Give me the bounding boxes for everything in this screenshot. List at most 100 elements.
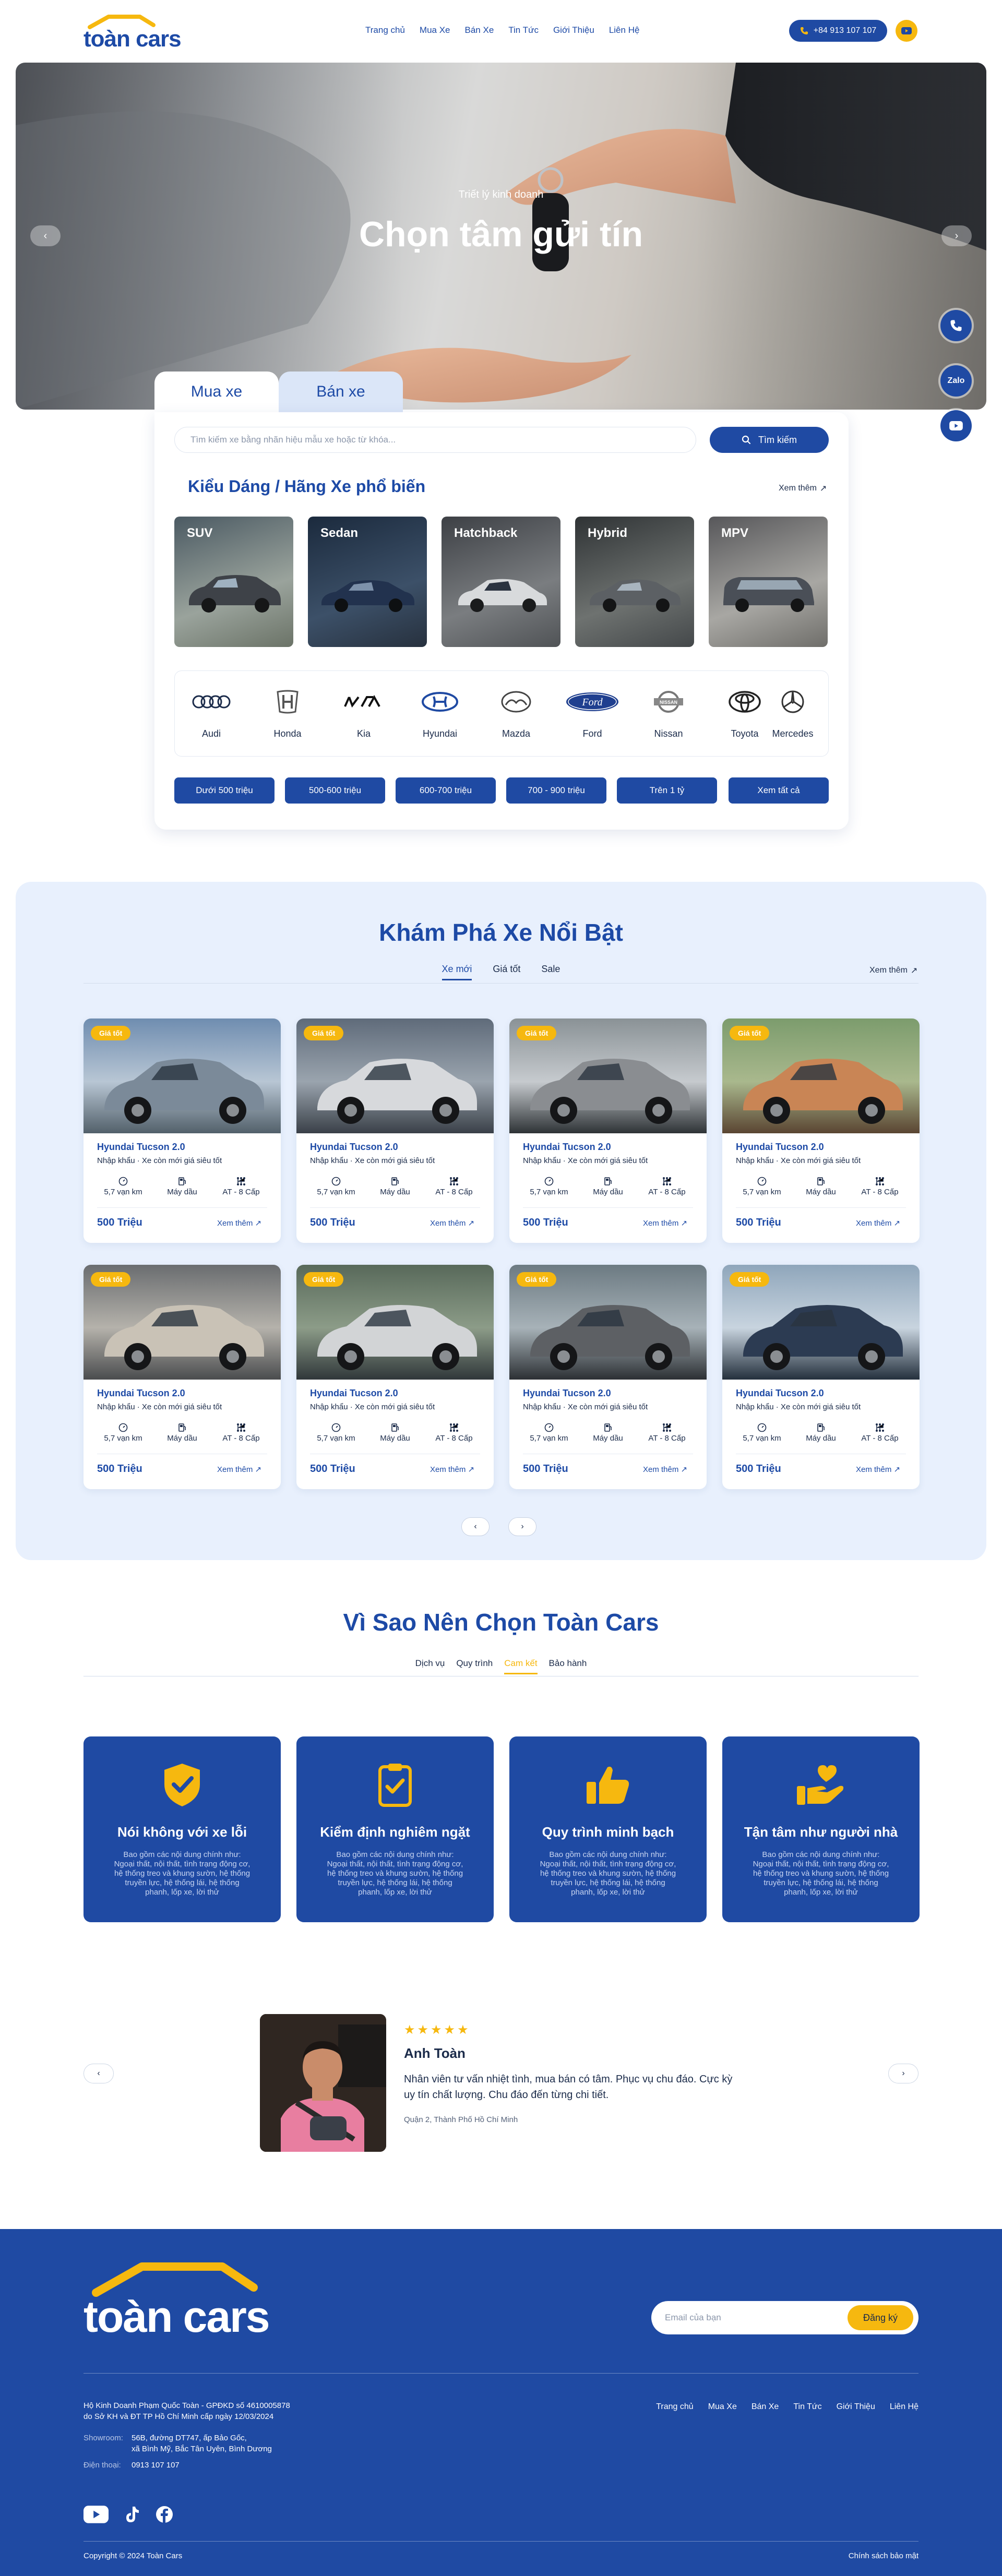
phone-call-icon [950,320,962,331]
brand-name: Mazda [502,728,531,739]
car-card[interactable]: Giá tốt Hyundai Tucson 2.0 Nhập khẩu · Xe … [722,1265,920,1489]
featured-next-button[interactable]: › [508,1517,536,1536]
zalo-float-button[interactable]: Zalo [940,365,972,397]
car-name[interactable]: Hyundai Tucson 2.0 [310,1388,398,1399]
call-float-button[interactable] [940,310,972,341]
brand-hyundai[interactable]: Hyundai [409,690,471,739]
body-type-hybrid[interactable]: Hybrid [575,517,694,647]
tab-commitment[interactable]: Cam kết [504,1658,538,1674]
price-range-700-900[interactable]: 700 - 900 triệu [506,777,606,804]
body-type-hatchback[interactable]: Hatchback [442,517,560,647]
car-card[interactable]: Giá tốt Hyundai Tucson 2.0 Nhập khẩu · Xe … [509,1019,707,1243]
newsletter-email-input[interactable]: Email của bạn [665,2313,721,2323]
youtube-icon[interactable] [84,2506,109,2523]
featured-see-more-link[interactable]: Xem thêm ↗ [869,965,917,976]
brand-ford[interactable]: Ford Ford [561,690,624,739]
price-range-600-700[interactable]: 600-700 triệu [396,777,496,804]
car-see-more-link[interactable]: Xem thêm ↗ [217,1218,261,1228]
tab-buy[interactable]: Mua xe [154,372,279,412]
footer-nav-contact[interactable]: Liên Hệ [890,2402,918,2412]
hero-next-button[interactable]: › [941,225,972,246]
tab-process[interactable]: Quy trình [456,1658,493,1674]
car-name[interactable]: Hyundai Tucson 2.0 [310,1142,398,1153]
testimonial-next-button[interactable]: › [888,2064,918,2083]
car-card[interactable]: Giá tốt Hyundai Tucson 2.0 Nhập khẩu · Xe … [722,1019,920,1243]
car-card[interactable]: Giá tốt Hyundai Tucson 2.0 Nhập khẩu · Xe … [84,1265,281,1489]
car-card[interactable]: Giá tốt Hyundai Tucson 2.0 Nhập khẩu · Xe … [296,1019,494,1243]
newsletter-subscribe-button[interactable]: Đăng ký [848,2305,913,2330]
car-specs: 5,7 vạn km Máy dầu AT - 8 Cấp [310,1175,480,1204]
spec-value: AT - 8 Cấp [222,1434,260,1443]
nav-about[interactable]: Giới Thiệu [553,25,594,35]
price-range-all[interactable]: Xem tất cả [729,777,829,804]
nav-news[interactable]: Tin Tức [508,25,539,35]
footer-logo[interactable]: toàn cars [84,2292,270,2342]
price-range-under-500[interactable]: Dưới 500 triệu [174,777,275,804]
logo[interactable]: toàn cars [84,11,183,53]
youtube-button[interactable] [896,20,917,42]
car-see-more-link[interactable]: Xem thêm ↗ [430,1465,474,1474]
brand-honda[interactable]: Honda [256,690,319,739]
brand-mercedes[interactable]: Mercedes [761,690,824,739]
price-range-500-600[interactable]: 500-600 triệu [285,777,385,804]
phone-value[interactable]: 0913 107 107 [132,2461,180,2470]
tab-good-price[interactable]: Giá tốt [493,964,520,980]
car-card[interactable]: Giá tốt Hyundai Tucson 2.0 Nhập khẩu · Xe … [84,1019,281,1243]
tab-new-cars[interactable]: Xe mới [442,964,472,980]
tab-sale[interactable]: Sale [541,964,560,980]
nav-sell[interactable]: Bán Xe [465,25,494,35]
car-see-more-link[interactable]: Xem thêm ↗ [217,1465,261,1474]
price-range-over-1b[interactable]: Trên 1 tỷ [617,777,717,804]
car-card[interactable]: Giá tốt Hyundai Tucson 2.0 Nhập khẩu · Xe … [509,1265,707,1489]
brand-kia[interactable]: Kia [332,690,395,739]
facebook-icon[interactable] [156,2506,173,2523]
car-name[interactable]: Hyundai Tucson 2.0 [523,1142,611,1153]
phone-button[interactable]: +84 913 107 107 [789,20,887,42]
car-description: Nhập khẩu · Xe còn mới giá siêu tốt [310,1403,435,1411]
car-see-more-link[interactable]: Xem thêm ↗ [643,1465,687,1474]
body-type-suv[interactable]: SUV [174,517,293,647]
tab-warranty[interactable]: Bảo hành [549,1658,587,1674]
hero-prev-button[interactable]: ‹ [30,225,61,246]
brand-audi[interactable]: Audi [180,690,243,739]
car-name[interactable]: Hyundai Tucson 2.0 [736,1142,824,1153]
car-name[interactable]: Hyundai Tucson 2.0 [97,1388,185,1399]
brand-mazda[interactable]: Mazda [485,690,547,739]
search-button[interactable]: Tìm kiếm [710,427,829,453]
footer-nav-buy[interactable]: Mua Xe [708,2402,737,2412]
footer-nav-home[interactable]: Trang chủ [656,2402,693,2412]
featured-prev-button[interactable]: ‹ [461,1517,490,1536]
car-see-more-link[interactable]: Xem thêm ↗ [430,1218,474,1228]
car-name[interactable]: Hyundai Tucson 2.0 [736,1388,824,1399]
privacy-policy-link[interactable]: Chính sách bảo mật [849,2551,918,2560]
spec-mileage: 5,7 vạn km [523,1421,575,1451]
featured-section: Khám Phá Xe Nổi Bật Xe mới Giá tốt Sale … [16,882,986,1560]
spec-mileage: 5,7 vạn km [736,1421,788,1451]
car-name[interactable]: Hyundai Tucson 2.0 [97,1142,185,1153]
popular-see-more-link[interactable]: Xem thêm ↗ [779,483,827,494]
footer-nav-about[interactable]: Giới Thiệu [837,2402,875,2412]
car-name[interactable]: Hyundai Tucson 2.0 [523,1388,611,1399]
car-card[interactable]: Giá tốt Hyundai Tucson 2.0 Nhập khẩu · Xe … [296,1265,494,1489]
youtube-float-button[interactable] [940,410,972,441]
body-type-mpv[interactable]: MPV [709,517,828,647]
nav-buy[interactable]: Mua Xe [420,25,450,35]
brand-name: Nissan [654,728,683,739]
tab-sell[interactable]: Bán xe [279,372,403,412]
testimonial-prev-button[interactable]: ‹ [84,2064,114,2083]
body-type-sedan[interactable]: Sedan [308,517,427,647]
spec-mileage: 5,7 vạn km [97,1175,149,1204]
car-see-more-link[interactable]: Xem thêm ↗ [856,1465,900,1474]
footer-nav-news[interactable]: Tin Tức [793,2402,821,2412]
nav-contact[interactable]: Liên Hệ [609,25,640,35]
car-see-more-link[interactable]: Xem thêm ↗ [643,1218,687,1228]
tab-service[interactable]: Dịch vụ [415,1658,445,1674]
car-description: Nhập khẩu · Xe còn mới giá siêu tốt [97,1403,222,1411]
audi-logo-icon [192,695,231,709]
tiktok-icon[interactable] [124,2506,140,2523]
car-see-more-link[interactable]: Xem thêm ↗ [856,1218,900,1228]
footer-nav-sell[interactable]: Bán Xe [752,2402,779,2412]
nav-home[interactable]: Trang chủ [365,25,405,35]
brand-nissan[interactable]: NISSAN Nissan [637,690,700,739]
search-input[interactable]: Tìm kiếm xe bằng nhãn hiệu mẫu xe hoặc t… [174,427,696,453]
